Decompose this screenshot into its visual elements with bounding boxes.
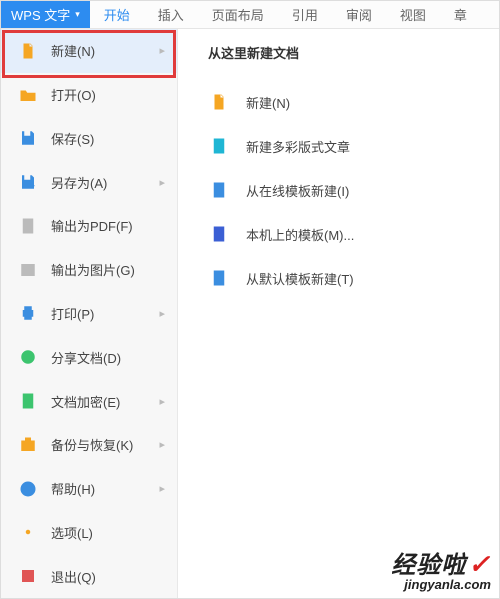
tab-2[interactable]: 页面布局: [198, 1, 278, 28]
menu-item-label: 打开(O): [51, 85, 165, 104]
chevron-right-icon: ▸: [159, 482, 165, 495]
print-icon: [19, 304, 37, 322]
submenu-title: 从这里新建文档: [208, 43, 485, 62]
menu-item-label: 新建(N): [51, 41, 159, 60]
menu-item-label: 文档加密(E): [51, 392, 159, 411]
menu-item-file-new[interactable]: 新建(N)▸: [1, 29, 177, 73]
share-icon: [19, 348, 37, 366]
menu-item-save[interactable]: 保存(S): [1, 117, 177, 161]
chevron-right-icon: ▸: [159, 44, 165, 57]
menu-item-folder-open[interactable]: 打开(O): [1, 73, 177, 117]
menu-item-image[interactable]: 输出为图片(G): [1, 248, 177, 292]
menu-item-label: 另存为(A): [51, 173, 159, 192]
folder-open-icon: [19, 86, 37, 104]
menu-item-label: 输出为PDF(F): [51, 216, 165, 235]
tab-4[interactable]: 审阅: [332, 1, 386, 28]
options-icon: [19, 523, 37, 541]
submenu-item-label: 新建多彩版式文章: [246, 137, 350, 156]
menu-item-label: 帮助(H): [51, 479, 159, 498]
caret-down-icon: ▾: [75, 9, 80, 20]
submenu-item-label: 从默认模板新建(T): [246, 269, 354, 288]
online-template-icon: [208, 179, 230, 201]
tab-5[interactable]: 视图: [386, 1, 440, 28]
submenu-item-online-template[interactable]: 从在线模板新建(I): [208, 170, 485, 210]
app-title-text: WPS 文字: [11, 5, 70, 24]
chevron-right-icon: ▸: [159, 176, 165, 189]
tab-3[interactable]: 引用: [278, 1, 332, 28]
tabs-container: 开始插入页面布局引用审阅视图章: [90, 1, 481, 28]
chevron-right-icon: ▸: [159, 438, 165, 451]
file-new-icon: [19, 42, 37, 60]
tab-0[interactable]: 开始: [90, 1, 144, 28]
menu-item-help[interactable]: 帮助(H)▸: [1, 467, 177, 511]
chevron-right-icon: ▸: [159, 307, 165, 320]
content-area: 新建(N)▸打开(O)保存(S)另存为(A)▸输出为PDF(F)输出为图片(G)…: [1, 29, 499, 598]
submenu-panel: 从这里新建文档 新建(N) 新建多彩版式文章从在线模板新建(I) 本机上的模板(M)…: [178, 29, 499, 598]
tab-bar: WPS 文字 ▾ 开始插入页面布局引用审阅视图章: [1, 1, 499, 29]
menu-item-print[interactable]: 打印(P)▸: [1, 292, 177, 336]
menu-item-label: 保存(S): [51, 129, 165, 148]
menu-item-backup[interactable]: 备份与恢复(K)▸: [1, 423, 177, 467]
default-template-icon: [208, 267, 230, 289]
local-template-icon: [208, 223, 230, 245]
exit-icon: [19, 567, 37, 585]
file-new-icon: [208, 91, 230, 113]
menu-item-label: 输出为图片(G): [51, 260, 165, 279]
submenu-item-label: 新建(N): [246, 93, 290, 112]
menu-item-options[interactable]: 选项(L): [1, 510, 177, 554]
menu-item-label: 选项(L): [51, 523, 165, 542]
menu-item-exit[interactable]: 退出(Q): [1, 554, 177, 598]
menu-item-label: 退出(Q): [51, 567, 165, 586]
help-icon: [19, 480, 37, 498]
tab-6[interactable]: 章: [440, 1, 481, 28]
doc-color-icon: [208, 135, 230, 157]
submenu-item-local-template[interactable]: 本机上的模板(M)...: [208, 214, 485, 254]
menu-item-save-as[interactable]: 另存为(A)▸: [1, 160, 177, 204]
menu-item-encrypt[interactable]: 文档加密(E)▸: [1, 379, 177, 423]
menu-item-label: 分享文档(D): [51, 348, 165, 367]
submenu-item-file-new[interactable]: 新建(N): [208, 82, 485, 122]
submenu-item-default-template[interactable]: 从默认模板新建(T): [208, 258, 485, 298]
menu-item-label: 备份与恢复(K): [51, 435, 159, 454]
backup-icon: [19, 436, 37, 454]
tab-1[interactable]: 插入: [144, 1, 198, 28]
encrypt-icon: [19, 392, 37, 410]
menu-item-pdf[interactable]: 输出为PDF(F): [1, 204, 177, 248]
image-icon: [19, 261, 37, 279]
chevron-right-icon: ▸: [159, 395, 165, 408]
pdf-icon: [19, 217, 37, 235]
submenu-item-label: 本机上的模板(M)...: [246, 225, 354, 244]
menu-item-share[interactable]: 分享文档(D): [1, 335, 177, 379]
submenu-items: 新建(N) 新建多彩版式文章从在线模板新建(I) 本机上的模板(M)... 从默认模板…: [208, 82, 485, 298]
file-menu-sidebar: 新建(N)▸打开(O)保存(S)另存为(A)▸输出为PDF(F)输出为图片(G)…: [1, 29, 178, 598]
submenu-item-doc-color[interactable]: 新建多彩版式文章: [208, 126, 485, 166]
submenu-item-label: 从在线模板新建(I): [246, 181, 349, 200]
save-as-icon: [19, 173, 37, 191]
save-icon: [19, 129, 37, 147]
menu-item-label: 打印(P): [51, 304, 159, 323]
app-title-button[interactable]: WPS 文字 ▾: [1, 1, 90, 28]
